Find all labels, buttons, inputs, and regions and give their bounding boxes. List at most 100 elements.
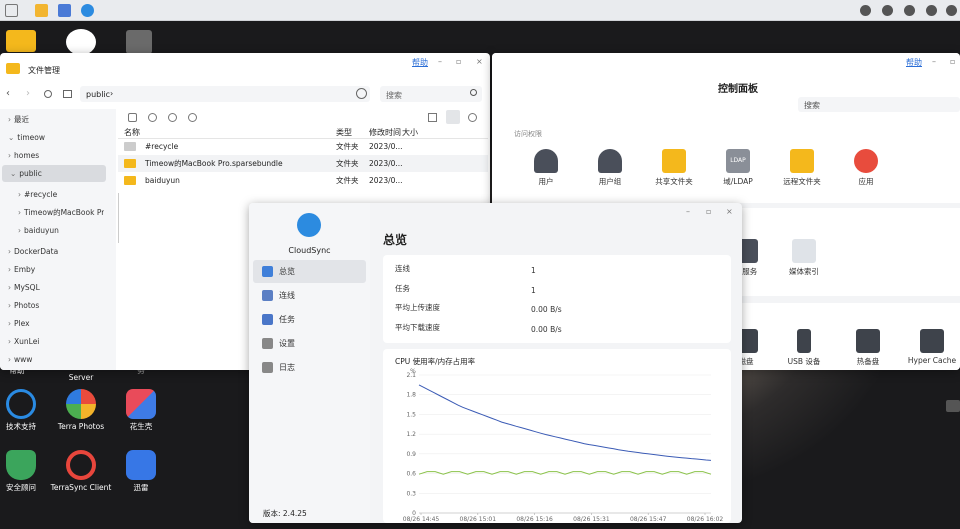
sidebar-item[interactable]: › Emby [0, 261, 104, 278]
search-placeholder: 搜索 [804, 101, 820, 110]
control-panel-item[interactable]: 远程文件夹 [772, 149, 832, 187]
chevron-icon: › [8, 355, 11, 364]
sidebar-item[interactable]: › 最近 [0, 111, 104, 128]
x-tick-label: 08/26 14:45 [403, 516, 440, 523]
control-panel-icon[interactable] [58, 4, 71, 17]
sidebar-item[interactable]: ›Timeow的MacBook Pro.sparsebundle [0, 204, 104, 221]
refresh-icon[interactable] [44, 90, 52, 98]
stat-value: 0.00 B/s [531, 324, 562, 334]
chat-icon[interactable] [882, 5, 893, 16]
folder-icon[interactable] [35, 4, 48, 17]
nav-item-label: 总览 [279, 267, 295, 276]
nav-item[interactable]: 连线 [253, 284, 366, 307]
sidebar-item[interactable]: ⌄ timeow [0, 129, 104, 146]
forward-icon[interactable]: › [26, 88, 30, 99]
grid-view-icon[interactable] [428, 113, 437, 122]
control-panel-item[interactable]: 共享文件夹 [644, 149, 704, 187]
help-link[interactable]: 帮助 [412, 57, 428, 68]
col-size[interactable]: 大小 [402, 127, 418, 138]
control-panel-item[interactable]: 应用 [836, 149, 896, 187]
desktop-cloudsync-icon[interactable] [66, 29, 96, 55]
maximize-button[interactable]: ▫ [456, 57, 461, 66]
path-segment[interactable]: public [86, 90, 110, 99]
globe-icon[interactable] [926, 5, 937, 16]
close-button[interactable]: × [726, 207, 733, 216]
control-panel-item[interactable]: USB 设备 [774, 329, 834, 367]
bell-icon[interactable] [904, 5, 915, 16]
upload-icon[interactable] [128, 113, 137, 122]
control-panel-item[interactable]: Hyper Cache [902, 329, 960, 365]
sidebar-item[interactable]: › homes [0, 147, 104, 164]
minimize-button[interactable]: – [438, 57, 442, 66]
close-button[interactable]: × [476, 57, 483, 66]
home-icon[interactable] [63, 90, 72, 98]
more-icon[interactable] [188, 113, 197, 122]
search-icon[interactable] [470, 89, 477, 96]
table-row[interactable]: #recycle 文件夹 2023/0... [118, 138, 488, 155]
sidebar-item[interactable]: › Plex [0, 315, 104, 332]
sidebar-item[interactable]: › #recycle [0, 186, 104, 203]
nav-item[interactable]: 任务 [253, 308, 366, 331]
sidebar-item[interactable]: › baiduyun [0, 222, 104, 239]
maximize-button[interactable]: ▫ [706, 207, 711, 216]
add-circle-icon[interactable] [356, 88, 367, 99]
side-widget-icon[interactable] [946, 400, 960, 412]
control-panel-item[interactable]: 热备盘 [838, 329, 898, 367]
desktop-folder-icon[interactable] [6, 30, 36, 52]
sidebar-item[interactable]: › MySQL [0, 279, 104, 296]
desktop-xunlei-label: 迅雷 [133, 483, 149, 492]
path-bar[interactable]: public › [80, 86, 370, 102]
user-icon[interactable] [946, 5, 957, 16]
maximize-button[interactable]: ▫ [950, 57, 955, 66]
message-icon[interactable] [860, 5, 871, 16]
control-panel-item[interactable]: 用户组 [580, 149, 640, 187]
y-tick-label: 0.6 [406, 471, 416, 478]
chevron-icon: › [18, 208, 21, 217]
minimize-button[interactable]: – [686, 207, 690, 216]
stat-label: 平均下载速度 [395, 322, 440, 332]
sidebar-item[interactable]: ⌄ public [2, 165, 106, 182]
desktop-oray[interactable]: 花生壳 [106, 389, 176, 431]
sidebar-item[interactable]: › DockerData [0, 243, 104, 260]
task-icon [262, 314, 273, 325]
settings-icon[interactable] [468, 113, 477, 122]
new-icon[interactable] [148, 113, 157, 122]
nav-item[interactable]: 设置 [253, 332, 366, 355]
chevron-icon: › [8, 337, 11, 346]
desktop-storage-icon[interactable] [126, 30, 152, 54]
control-panel-item[interactable]: 媒体索引 [774, 239, 834, 277]
list-view-icon[interactable] [446, 110, 460, 124]
control-panel-item-label: 媒体索引 [789, 267, 819, 276]
window-title: 控制面板 [718, 84, 758, 95]
info-icon[interactable] [168, 113, 177, 122]
table-row[interactable]: baiduyun 文件夹 2023/0... [118, 172, 488, 189]
col-type[interactable]: 类型 [336, 127, 352, 138]
search-field[interactable]: 搜索 [798, 97, 960, 112]
table-row[interactable]: Timeow的MacBook Pro.sparsebundle 文件夹 2023/0… [118, 155, 488, 172]
resize-handle[interactable] [118, 193, 122, 243]
folder-icon [6, 63, 20, 74]
sidebar-item[interactable]: › XunLei [0, 333, 104, 350]
sidebar-item[interactable]: › Photos [0, 297, 104, 314]
col-modified[interactable]: 修改时间 [369, 127, 401, 138]
ldap-icon: LDAP [726, 149, 750, 173]
window-icon[interactable] [5, 4, 18, 17]
col-name[interactable]: 名称 [124, 127, 140, 138]
desktop-xunlei[interactable]: 迅雷 [106, 450, 176, 492]
search-field[interactable]: 搜索 [380, 86, 482, 102]
sidebar-item-label: public [19, 169, 42, 178]
back-icon[interactable]: ‹ [6, 88, 10, 99]
cloudsync-icon[interactable] [81, 4, 94, 17]
control-panel-item[interactable]: 用户 [516, 149, 576, 187]
control-panel-item[interactable]: LDAP 域/LDAP [708, 149, 768, 187]
nav-item[interactable]: 总览 [253, 260, 366, 283]
minimize-button[interactable]: – [932, 57, 936, 66]
desktop-oray-label: 花生壳 [129, 422, 153, 431]
control-panel-item-label: 热备盘 [856, 357, 880, 366]
nav-item[interactable]: 日志 [253, 356, 366, 379]
sidebar-item[interactable]: › www [0, 351, 104, 368]
help-link[interactable]: 帮助 [906, 57, 922, 68]
series-line-cpu [418, 384, 712, 461]
chart-card: CPU 使用率/内存占用率 % 0 0.3 0.6 0.9 1.2 1.5 1.8 2.1 08/… [383, 349, 731, 523]
nav-item-label: 设置 [279, 339, 295, 348]
